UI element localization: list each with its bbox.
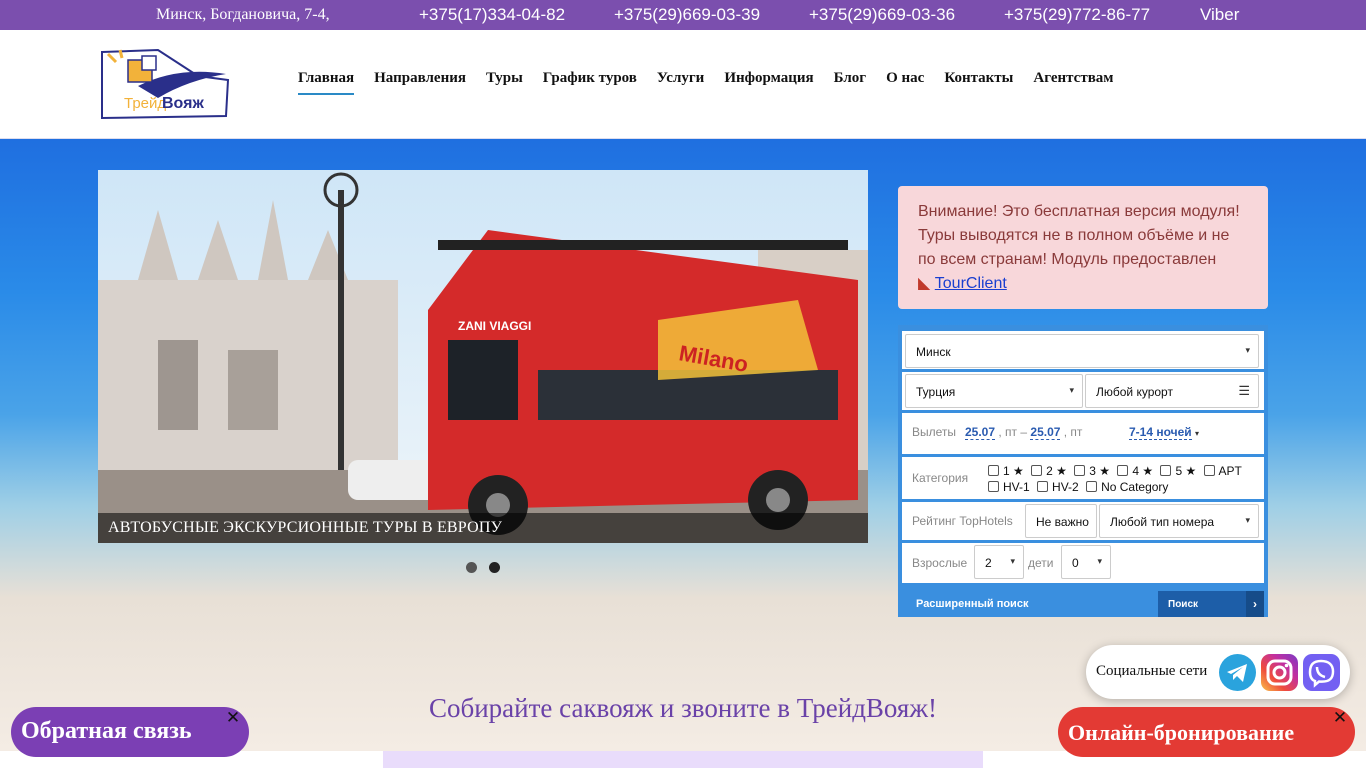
nav-agencies[interactable]: Агентствам (1033, 70, 1113, 95)
category-hv2[interactable]: HV-2 (1037, 480, 1079, 494)
date-separator: , пт – (998, 425, 1028, 439)
close-icon[interactable]: ✕ (1332, 710, 1348, 727)
site-header: Трейд Вояж Главная Направления Туры Граф… (0, 30, 1366, 139)
social-label: Социальные сети (1096, 663, 1208, 679)
search-row-destination: Турция ▾ Любой курорт ☰ (902, 372, 1264, 410)
nav-destinations[interactable]: Направления (374, 70, 466, 95)
search-row-rating: Рейтинг TopHotels Не важно Любой тип ном… (902, 502, 1264, 540)
date-tail: , пт (1063, 425, 1083, 439)
children-value: 0 (1072, 556, 1079, 570)
category-5star[interactable]: 5 ★ (1160, 464, 1196, 478)
main-nav: Главная Направления Туры График туров Ус… (298, 70, 1134, 95)
chevron-down-icon: ▾ (1069, 385, 1074, 395)
children-label: дети (1028, 556, 1054, 570)
top-contact-bar: Минск, Богдановича, 7-4, +375(17)334-04-… (0, 0, 1366, 30)
country-value: Турция (916, 385, 956, 399)
nav-services[interactable]: Услуги (657, 70, 704, 95)
category-4star[interactable]: 4 ★ (1117, 464, 1153, 478)
nav-information[interactable]: Информация (724, 70, 813, 95)
logo-graphic: Трейд Вояж (101, 48, 230, 120)
nav-tour-schedule[interactable]: График туров (543, 70, 637, 95)
chevron-right-icon: › (1246, 591, 1264, 617)
rating-label: Рейтинг TopHotels (912, 514, 1013, 528)
category-label: Категория (912, 471, 969, 485)
image-slider[interactable]: ZANI VIAGGI Milano АВТОБУСНЫЕ ЭКСКУРСИОН… (98, 170, 868, 543)
room-type-value: Любой тип номера (1110, 515, 1215, 529)
viber-link[interactable]: Viber (1200, 5, 1239, 25)
viber-icon[interactable] (1303, 654, 1340, 691)
search-button-label: Поиск (1168, 599, 1199, 610)
tour-search-form: Минск ▾ Турция ▾ Любой курорт ☰ Вылеты 2… (898, 325, 1268, 617)
phone-link-3[interactable]: +375(29)669-03-36 (809, 5, 955, 25)
slide-image: ZANI VIAGGI Milano (98, 170, 868, 543)
chevron-down-icon: ▾ (1245, 515, 1250, 525)
nav-home[interactable]: Главная (298, 70, 355, 95)
online-booking-button[interactable]: Онлайн-бронирование ✕ (1058, 707, 1355, 757)
resort-select[interactable]: Любой курорт ☰ (1085, 374, 1259, 408)
resort-value: Любой курорт (1096, 385, 1173, 399)
feedback-label: Обратная связь (21, 718, 192, 744)
phone-link-2[interactable]: +375(29)669-03-39 (614, 5, 760, 25)
phone-link-4[interactable]: +375(29)772-86-77 (1004, 5, 1150, 25)
nights-link[interactable]: 7-14 ночей (1129, 425, 1192, 440)
advanced-search-link[interactable]: Расширенный поиск (916, 598, 1028, 610)
search-footer: Расширенный поиск Поиск › (902, 588, 1264, 617)
logo-brand-b: Вояж (162, 95, 204, 112)
tourclient-icon: ◣ (918, 275, 931, 292)
chevron-down-icon: ▾ (1097, 556, 1102, 566)
rating-value: Не важно (1036, 515, 1089, 529)
slider-dot-2[interactable] (489, 562, 500, 573)
category-2star[interactable]: 2 ★ (1031, 464, 1067, 478)
bus-brand-text: ZANI VIAGGI (458, 319, 531, 333)
site-logo[interactable]: Трейд Вояж (98, 46, 232, 120)
adults-label: Взрослые (912, 556, 968, 570)
category-apt[interactable]: APT (1203, 464, 1242, 478)
address-text: Минск, Богдановича, 7-4, (156, 6, 330, 23)
chevron-down-icon: ▾ (1010, 556, 1015, 566)
departure-city-value: Минск (916, 345, 951, 359)
chevron-down-icon: ▾ (1245, 345, 1250, 355)
nav-tours[interactable]: Туры (486, 70, 523, 95)
online-booking-label: Онлайн-бронирование (1068, 720, 1295, 745)
adults-value: 2 (985, 556, 992, 570)
social-widget: Социальные сети (1086, 645, 1350, 699)
notice-box: Внимание! Это бесплатная версия модуля! … (898, 186, 1268, 309)
category-3star[interactable]: 3 ★ (1074, 464, 1110, 478)
instagram-icon[interactable] (1261, 654, 1298, 691)
nav-about[interactable]: О нас (886, 70, 924, 95)
notice-text: Внимание! Это бесплатная версия модуля! … (918, 203, 1240, 268)
search-row-dates: Вылеты 25.07 , пт – 25.07 , пт 7-14 ноче… (902, 413, 1264, 454)
slider-dot-1[interactable] (466, 562, 477, 573)
date-from-link[interactable]: 25.07 (965, 425, 996, 440)
departure-city-select[interactable]: Минск ▾ (905, 334, 1259, 368)
slide-caption[interactable]: АВТОБУСНЫЕ ЭКСКУРСИОННЫЕ ТУРЫ В ЕВРОПУ (98, 513, 868, 543)
nav-contacts[interactable]: Контакты (944, 70, 1013, 95)
phone-link-1[interactable]: +375(17)334-04-82 (419, 5, 565, 25)
logo-brand-a: Трейд (124, 95, 166, 112)
slider-dots (466, 562, 512, 573)
search-row-category: Категория 1 ★ 2 ★ 3 ★ 4 ★ 5 ★ APT HV-1 H… (902, 457, 1264, 499)
country-select[interactable]: Турция ▾ (905, 374, 1083, 408)
departures-label: Вылеты (912, 425, 957, 439)
rating-select[interactable]: Не важно (1025, 504, 1097, 538)
close-icon[interactable]: ✕ (225, 710, 241, 727)
search-row-city: Минск ▾ (902, 331, 1264, 369)
category-hv1[interactable]: HV-1 (988, 480, 1030, 494)
children-select[interactable]: 0 ▾ (1061, 545, 1111, 579)
search-button[interactable]: Поиск › (1158, 591, 1264, 617)
category-no-category[interactable]: No Category (1086, 480, 1168, 494)
adults-select[interactable]: 2 ▾ (974, 545, 1024, 579)
feedback-button[interactable]: Обратная связь ✕ (11, 707, 249, 757)
date-to-link[interactable]: 25.07 (1030, 425, 1061, 440)
search-row-tourists: Взрослые 2 ▾ дети 0 ▾ (902, 543, 1264, 583)
content-band (383, 751, 983, 768)
category-1star[interactable]: 1 ★ (988, 464, 1024, 478)
telegram-icon[interactable] (1219, 654, 1256, 691)
nav-blog[interactable]: Блог (834, 70, 866, 95)
room-type-select[interactable]: Любой тип номера ▾ (1099, 504, 1259, 538)
chevron-down-icon: ▾ (1195, 429, 1200, 438)
tourclient-link[interactable]: TourClient (935, 275, 1007, 292)
category-checkboxes: 1 ★ 2 ★ 3 ★ 4 ★ 5 ★ APT HV-1 HV-2 No Cat… (988, 463, 1258, 495)
menu-icon: ☰ (1238, 383, 1250, 398)
